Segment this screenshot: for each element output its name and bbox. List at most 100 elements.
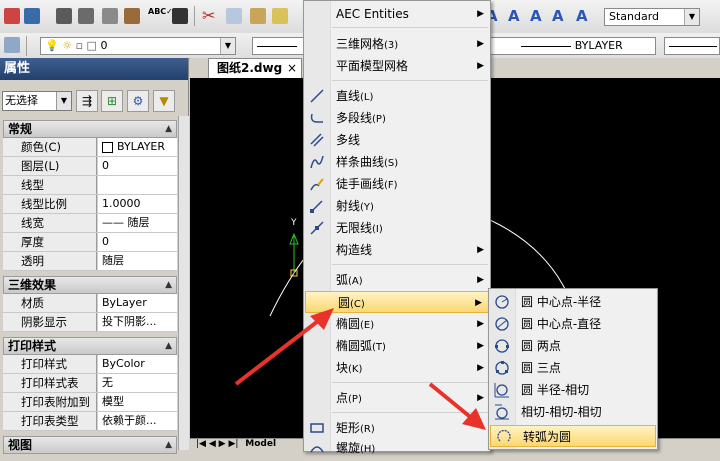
nav-last-icon[interactable]: ▶| <box>228 439 238 449</box>
submenu-item-center-diameter[interactable]: 圆 中心点-直径 <box>489 313 657 335</box>
property-row[interactable]: 打印表类型 依赖于颜... <box>3 412 177 431</box>
submenu-item-tan-tan-tan[interactable]: 相切-相切-相切 <box>489 401 657 423</box>
layer-manager-icon[interactable] <box>4 37 20 53</box>
property-row[interactable]: 打印表附加到 模型 <box>3 393 177 412</box>
text-justify-icon[interactable]: A <box>576 8 592 24</box>
menu-item-elliptical-arc[interactable]: 椭圆弧(T) ▶ <box>304 335 490 357</box>
text-edit-icon[interactable]: A <box>530 8 546 24</box>
section-general[interactable]: 常规 ▲ <box>3 120 177 138</box>
collapse-icon[interactable]: ▲ <box>165 121 172 137</box>
circle-center-radius-icon <box>495 295 509 309</box>
new-file-icon[interactable] <box>4 8 20 24</box>
chevron-down-icon[interactable]: ▼ <box>56 92 71 110</box>
property-value[interactable]: 0 <box>98 157 177 175</box>
filter-button[interactable]: ▼ <box>153 90 175 112</box>
section-view[interactable]: 视图 ▲ <box>3 436 177 454</box>
property-row[interactable]: 线型比例 1.0000 <box>3 195 177 214</box>
menu-item-line[interactable]: 直线(L) <box>304 85 490 107</box>
nav-prev-icon[interactable]: ◀ <box>209 439 216 449</box>
find-icon[interactable] <box>172 8 188 24</box>
menu-item-ray[interactable]: 射线(Y) <box>304 195 490 217</box>
collapse-icon[interactable]: ▲ <box>165 277 172 293</box>
property-value[interactable]: ByColor <box>98 355 177 373</box>
menu-item-helix[interactable]: 螺旋(H) <box>304 437 490 459</box>
selection-dropdown[interactable]: 无选择 ▼ <box>2 91 72 111</box>
paste-icon[interactable] <box>250 8 266 24</box>
property-value[interactable]: 0 <box>98 233 177 251</box>
property-value[interactable]: 模型 <box>98 393 177 411</box>
text-scale-icon[interactable]: A <box>552 8 568 24</box>
property-row[interactable]: 阴影显示 投下阴影... <box>3 313 177 332</box>
menu-item-aec-entities[interactable]: AEC Entities ▶ <box>304 3 490 25</box>
copy-icon[interactable] <box>226 8 242 24</box>
menu-item-circle[interactable]: 圆(C) ▶ <box>305 291 489 313</box>
menu-item-3d-mesh[interactable]: 三维网格(3) ▶ <box>304 33 490 55</box>
select-objects-button[interactable]: ⊞ <box>101 90 123 112</box>
submenu-item-tan-tan-radius[interactable]: 圆 半径-相切 <box>489 379 657 401</box>
menu-item-polyline[interactable]: 多段线(P) <box>304 107 490 129</box>
property-value[interactable]: ByLayer <box>98 294 177 312</box>
property-value[interactable]: 1.0000 <box>98 195 177 213</box>
property-row[interactable]: 图层(L) 0 <box>3 157 177 176</box>
property-row[interactable]: 材质 ByLayer <box>3 294 177 313</box>
chevron-down-icon[interactable]: ▼ <box>684 9 699 25</box>
layer-combo[interactable]: 💡 ☼ ▫ □ 0 ▼ <box>40 37 236 55</box>
property-value[interactable]: 依赖于颜... <box>98 412 177 430</box>
menu-item-point[interactable]: 点(P) ▶ <box>304 387 490 409</box>
property-row[interactable]: 打印样式表无 <box>3 374 177 393</box>
close-icon[interactable]: × <box>287 59 297 77</box>
property-row[interactable]: 透明 随层 <box>3 252 177 271</box>
textstyle-combo[interactable]: Standard ▼ <box>604 8 700 26</box>
menu-item-arc[interactable]: 弧(A) ▶ <box>304 269 490 291</box>
property-row[interactable]: 线宽 —— 随层 <box>3 214 177 233</box>
nav-next-icon[interactable]: ▶ <box>219 439 226 449</box>
chevron-down-icon[interactable]: ▼ <box>220 38 235 54</box>
menu-item-rectangle[interactable]: 矩形(R) <box>304 417 490 439</box>
property-row[interactable]: 颜色(C) BYLAYER <box>3 138 177 157</box>
submenu-item-center-radius[interactable]: 圆 中心点-半径 <box>489 291 657 313</box>
menu-item-freehand[interactable]: 徒手画线(F) <box>304 173 490 195</box>
property-row[interactable]: 线型 <box>3 176 177 195</box>
property-value[interactable] <box>98 176 177 194</box>
linetype-combo[interactable]: BYLAYER <box>488 37 656 55</box>
menu-item-block[interactable]: 块(K) ▶ <box>304 357 490 379</box>
plot-icon[interactable] <box>78 8 94 24</box>
spellcheck-icon[interactable]: ABC✓ <box>148 8 173 24</box>
property-value[interactable]: 无 <box>98 374 177 392</box>
submenu-item-two-point[interactable]: 圆 两点 <box>489 335 657 357</box>
property-row[interactable]: 厚度 0 <box>3 233 177 252</box>
collapse-icon[interactable]: ▲ <box>165 338 172 354</box>
menu-item-xline[interactable]: 无限线(I) <box>304 217 490 239</box>
quick-select-button[interactable]: ⚙ <box>127 90 149 112</box>
print-icon[interactable] <box>56 8 72 24</box>
lineweight-combo[interactable] <box>664 37 720 55</box>
save-icon[interactable] <box>24 8 40 24</box>
menu-item-plane-mesh[interactable]: 平面模型网格 ▶ <box>304 55 490 77</box>
publish-icon[interactable] <box>124 8 140 24</box>
preview-icon[interactable] <box>102 8 118 24</box>
property-value[interactable]: 随层 <box>98 252 177 270</box>
tab-drawing[interactable]: 图纸2.dwg × <box>208 58 302 78</box>
section-3d-effects[interactable]: 三维效果 ▲ <box>3 276 177 294</box>
model-tab[interactable]: Model <box>245 439 276 449</box>
text-a2-icon[interactable]: A <box>508 8 524 24</box>
collapse-icon[interactable]: ▲ <box>165 437 172 453</box>
submenu-item-three-point[interactable]: 圆 三点 <box>489 357 657 379</box>
menu-item-key: (3) <box>384 40 399 51</box>
nav-first-icon[interactable]: |◀ <box>196 439 206 449</box>
match-icon[interactable] <box>272 8 288 24</box>
menu-item-ellipse[interactable]: 椭圆(E) ▶ <box>304 313 490 335</box>
section-plot-style[interactable]: 打印样式 ▲ <box>3 337 177 355</box>
property-value[interactable]: 投下阴影... <box>98 313 177 331</box>
property-row[interactable]: 打印样式 ByColor <box>3 355 177 374</box>
properties-scrollbar[interactable] <box>178 116 189 450</box>
property-value[interactable]: —— 随层 <box>98 214 177 232</box>
menu-item-multiline[interactable]: 多线 <box>304 129 490 151</box>
toggle-pickadd-button[interactable]: ⇶ <box>76 90 98 112</box>
menu-separator <box>332 382 488 383</box>
cut-icon[interactable]: ✂ <box>202 8 218 24</box>
menu-item-construction-line[interactable]: 构造线 ▶ <box>304 239 490 261</box>
menu-item-spline[interactable]: 样条曲线(S) <box>304 151 490 173</box>
property-value[interactable]: BYLAYER <box>98 138 177 156</box>
submenu-item-arc-to-circle[interactable]: 转弧为圆 <box>490 425 656 447</box>
